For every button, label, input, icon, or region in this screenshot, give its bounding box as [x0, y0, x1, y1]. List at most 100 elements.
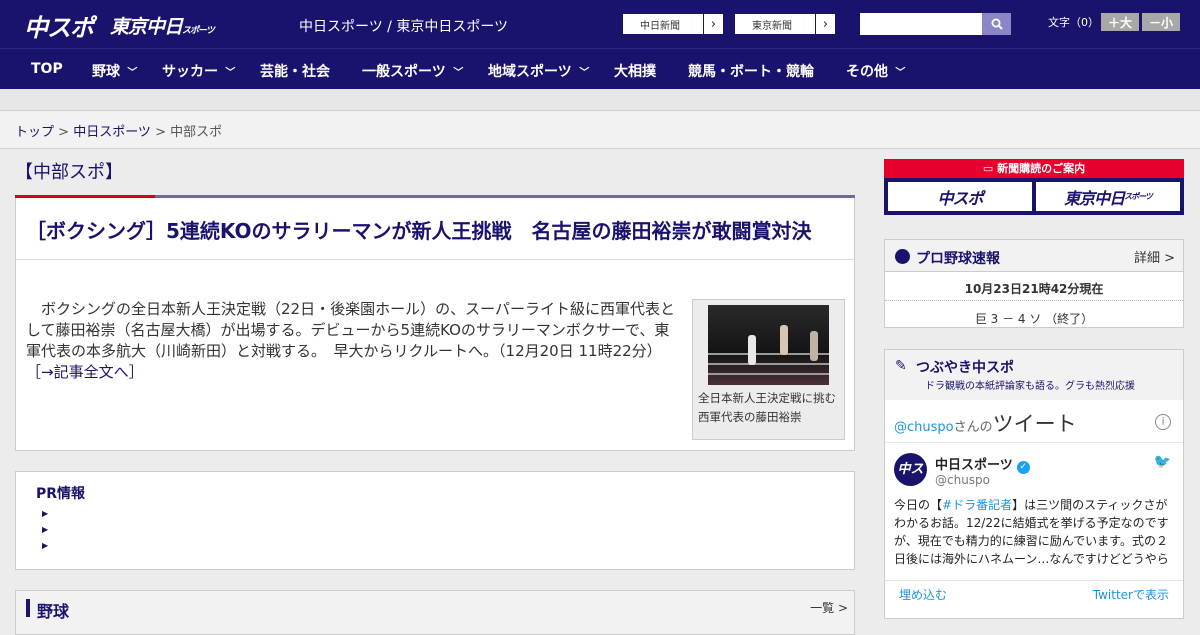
nav-item-entertainment[interactable]: 芸能・社会 [260, 61, 330, 81]
twitter-widget-header: ✎ つぶやき中スポ ドラ観戦の本紙評論家も語る。グラも熱烈応援 [885, 350, 1183, 400]
pr-box: PR情報 ▶ ▶ ▶ [15, 471, 855, 570]
nav-label: サッカー [162, 64, 218, 80]
sub-nav-bar [0, 89, 1200, 111]
nav-item-general-sports[interactable]: 一般スポーツ〉 [362, 61, 464, 81]
subscription-banner: ▭ 新聞購読のご案内 [884, 159, 1184, 178]
tokyo-chunichi-subscribe-label: 東京中日 [1064, 188, 1125, 208]
nav-item-sumo[interactable]: 大相撲 [614, 61, 656, 81]
twitter-widget-title: つぶやき中スポ [916, 360, 1014, 376]
tokyo-chunichi-subscribe-small: スポーツ [1124, 192, 1153, 201]
breadcrumb-top[interactable]: トップ [15, 125, 54, 140]
nav-item-baseball[interactable]: 野球〉 [92, 61, 138, 81]
twitter-bird-icon[interactable]: 🐦 [1154, 454, 1171, 470]
embed-link[interactable]: 埋め込む [899, 586, 947, 603]
chevron-down-icon: 〉 [451, 66, 463, 77]
tokyo-chunichi-logo[interactable]: 東京中日スポーツ [110, 12, 215, 39]
baseball-section-title: 野球 [37, 602, 70, 621]
read-more-link[interactable]: ［→記事全文へ］ [26, 363, 144, 381]
article-title[interactable]: ［ボクシング］5連続KOのサラリーマンが新人王挑戦 名古屋の藤田裕崇が敢闘賞対決 [16, 198, 854, 260]
twitter-widget: ✎ つぶやき中スポ ドラ観戦の本紙評論家も語る。グラも熱烈応援 @chuspoさ… [884, 349, 1184, 619]
timeline-footer-divider [885, 580, 1183, 581]
search-icon [991, 18, 1003, 30]
breadcrumb-current: 中部スポ [170, 125, 223, 140]
nav-label: 一般スポーツ [362, 64, 446, 80]
article-photo-box: 全日本新人王決定戦に挑む西軍代表の藤田裕崇 [692, 299, 845, 440]
view-on-twitter-link[interactable]: Twitterで表示 [1093, 586, 1169, 603]
nav-label: 大相撲 [614, 64, 656, 80]
pr-item[interactable]: ▶ [42, 525, 48, 534]
font-decrease-button[interactable]: －小 [1142, 13, 1180, 31]
baseball-icon [895, 249, 910, 264]
photo-boxer-figure [780, 325, 788, 355]
font-size-label: 文字（0） [1048, 16, 1099, 29]
avatar[interactable]: 中ス [894, 453, 927, 486]
timeline-divider [885, 442, 1183, 443]
subscription-banner-text: 新聞購読のご案内 [997, 162, 1086, 175]
main-nav: TOP 野球〉 サッカー〉 芸能・社会 一般スポーツ〉 地域スポーツ〉 大相撲 … [0, 48, 1200, 89]
timeline-handle-link[interactable]: @chuspo [894, 420, 954, 435]
baseball-list-link[interactable]: 一覧 > [810, 599, 848, 616]
nav-label: 野球 [92, 64, 120, 80]
tweet-text-prefix: 今日の【 [894, 498, 943, 512]
baseball-scores-header: プロ野球速報 詳細 > [885, 240, 1183, 272]
nav-label: その他 [846, 64, 888, 80]
subscription-ad[interactable]: ▭ 新聞購読のご案内 中スポ 東京中日 スポーツ [884, 159, 1184, 215]
baseball-scores-title: プロ野球速報 [916, 251, 1000, 267]
nav-item-racing[interactable]: 競馬・ボート・競輪 [688, 61, 814, 81]
baseball-section-header: 野球 一覧 > [15, 590, 855, 635]
info-icon[interactable]: i [1155, 414, 1171, 430]
timeline-handle-suffix: さんの [953, 420, 993, 435]
scores-divider [885, 300, 1183, 301]
nav-item-other[interactable]: その他〉 [846, 61, 906, 81]
article-photo[interactable] [708, 305, 829, 385]
bullet-icon: ▶ [42, 509, 49, 518]
chuspo-logo[interactable]: 中スポ [24, 8, 94, 43]
nav-label: 芸能・社会 [260, 64, 330, 80]
chevron-down-icon: 〉 [893, 66, 905, 77]
tokyo-shinbun-label: 東京新聞 [752, 20, 792, 32]
pr-item[interactable]: ▶ [42, 509, 48, 518]
chunichi-shinbun-link[interactable]: 中日新聞 › [622, 13, 724, 35]
section-marker [26, 599, 30, 617]
nav-item-local-sports[interactable]: 地域スポーツ〉 [488, 61, 590, 81]
nav-item-soccer[interactable]: サッカー〉 [162, 61, 236, 81]
breadcrumb-separator: > [150, 125, 171, 140]
photo-caption: 全日本新人王決定戦に挑む西軍代表の藤田裕崇 [698, 391, 836, 424]
game-score[interactable]: 巨 3 － 4 ソ （終了） [885, 310, 1183, 327]
baseball-scores-detail-link[interactable]: 詳細 > [1134, 247, 1175, 266]
chunichi-shinbun-label: 中日新聞 [640, 20, 680, 32]
search-input[interactable] [860, 13, 982, 35]
tokyo-shinbun-link[interactable]: 東京新聞 › [734, 13, 836, 35]
pr-item[interactable]: ▶ [42, 541, 48, 550]
tokyo-chunichi-logo-small: スポーツ [182, 26, 215, 36]
article-lead: ボクシングの全日本新人王決定戦（22日・後楽園ホール）の、スーパーライト級に西軍… [26, 299, 683, 383]
nav-label: 地域スポーツ [488, 64, 572, 80]
breadcrumb-separator: > [54, 125, 74, 140]
hashtag-link[interactable]: #ドラ番記者 [942, 498, 1012, 512]
chuspo-subscribe-button[interactable]: 中スポ [888, 182, 1032, 211]
twitter-widget-subtitle: ドラ観戦の本紙評論家も語る。グラも熱烈応援 [925, 381, 1135, 392]
timeline-heading: @chuspoさんのツイート [894, 408, 1077, 438]
tweet-author-name: 中日スポーツ [935, 458, 1013, 473]
photo-corner-figure [810, 331, 818, 361]
scores-timestamp: 10月23日21時42分現在 [964, 282, 1104, 296]
search-button[interactable] [982, 13, 1011, 35]
section-title: 【中部スポ】 [15, 162, 123, 183]
tokyo-chunichi-logo-text: 東京中日 [110, 16, 183, 38]
nav-item-top[interactable]: TOP [31, 61, 63, 77]
tokyo-chunichi-subscribe-button[interactable]: 東京中日 スポーツ [1036, 182, 1180, 211]
tweet-author[interactable]: 中日スポーツ ✓ [935, 454, 1030, 474]
photo-ring-rope [708, 363, 829, 365]
megaphone-icon: ✎ [895, 358, 907, 374]
site-name[interactable]: 中日スポーツ / 東京中日スポーツ [299, 16, 508, 36]
tweet-author-handle[interactable]: @chuspo [935, 473, 990, 487]
breadcrumb-chunichi-sports[interactable]: 中日スポーツ [73, 125, 151, 140]
article-lead-text: ボクシングの全日本新人王決定戦（22日・後楽園ホール）の、スーパーライト級に西軍… [26, 300, 675, 360]
font-increase-button[interactable]: ＋大 [1101, 13, 1139, 31]
tweet-text: 今日の【#ドラ番記者】は三ツ間のスティックさがわかるお話。12/22に結婚式を挙… [894, 496, 1176, 566]
chevron-right-icon: › [703, 14, 723, 34]
newspaper-icon: ▭ [982, 162, 998, 175]
chevron-down-icon: 〉 [223, 66, 235, 77]
baseball-scores-widget: プロ野球速報 詳細 > 10月23日21時42分現在 巨 3 － 4 ソ （終了… [884, 239, 1184, 328]
chevron-right-icon: › [815, 14, 835, 34]
